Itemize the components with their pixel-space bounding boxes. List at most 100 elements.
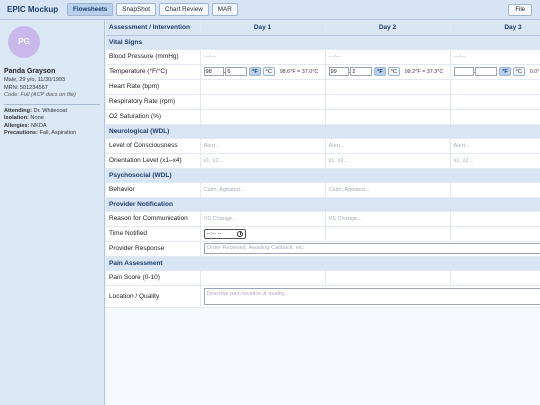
reason-day1-input[interactable]: VS Change... [200, 211, 326, 227]
patient-demographics: Male, 29 y/o, 11/30/1993 [4, 77, 66, 83]
pain-day2-input[interactable] [325, 270, 451, 286]
precautions-value: Fall, Aspiration [37, 130, 77, 136]
patient-name: Panda Grayson [4, 68, 56, 75]
temp-whole-input[interactable]: 99 [328, 67, 349, 76]
row-reason-for-communication: Reason for Communication VS Change... VS… [106, 211, 540, 227]
behavior-day3-input[interactable] [450, 182, 540, 198]
tab-snapshot[interactable]: SnapShot [116, 3, 156, 16]
bp-placeholder: ---/--- [203, 54, 217, 60]
row-label: Pain Score (0-10) [106, 270, 201, 286]
temp-decimal-input[interactable] [475, 67, 498, 76]
reason-placeholder: VS Change... [328, 216, 362, 222]
section-neurological: Neurological (WDL) [106, 124, 540, 139]
orient-placeholder: x1, x2... [453, 158, 474, 164]
behavior-placeholder: Calm, Agitated... [328, 187, 370, 193]
file-button[interactable]: File [508, 4, 532, 16]
temp-whole-input[interactable]: 98 [203, 67, 224, 76]
row-label: Location / Quality [106, 285, 201, 308]
grid-header-row: Assessment / Intervention Day 1 Day 2 Da… [106, 20, 540, 36]
temp-decimal-input[interactable]: 6 [225, 67, 248, 76]
o2-day2-input[interactable] [325, 109, 451, 125]
bp-placeholder: ---/--- [328, 54, 342, 60]
loc-placeholder: Alert... [328, 143, 345, 149]
bp-day3-input[interactable]: ---/--- [450, 49, 540, 65]
section-title: Vital Signs [106, 35, 540, 50]
provider-response-input[interactable]: Order Received, Awaiting Callback, etc. [203, 243, 540, 254]
rr-day2-input[interactable] [325, 94, 451, 110]
header-day-1: Day 1 [200, 20, 326, 36]
section-psychosocial: Psychosocial (WDL) [106, 168, 540, 183]
section-title: Neurological (WDL) [106, 124, 540, 139]
hr-day1-input[interactable] [200, 79, 326, 95]
temp-conversion: 98.6°F = 37.0°C [279, 68, 319, 75]
unit-c-button[interactable]: °C [387, 67, 400, 76]
unit-f-button[interactable]: °F [249, 67, 261, 76]
reason-day3-input[interactable] [450, 211, 540, 227]
temp-conversion: 99.2°F = 37.3°C [404, 68, 444, 75]
header-day-2: Day 2 [325, 20, 451, 36]
bp-day2-input[interactable]: ---/--- [325, 49, 451, 65]
unit-c-button[interactable]: °C [512, 67, 525, 76]
row-label: Orientation Level (x1–x4) [106, 153, 201, 169]
pain-location-textarea[interactable]: Describe pain location & quality... [203, 287, 540, 305]
attending-value: Dr. Whitecoat [31, 107, 68, 114]
sidebar-divider [4, 103, 100, 105]
time-notified-input[interactable]: --:-- -- [203, 228, 246, 239]
o2-day3-input[interactable] [450, 109, 540, 125]
time-day2-cell [325, 226, 451, 242]
tab-mar[interactable]: MAR [211, 3, 238, 16]
behavior-day1-input[interactable]: Calm, Agitated... [200, 182, 326, 198]
unit-f-button[interactable]: °F [499, 67, 511, 76]
hr-day3-input[interactable] [450, 79, 540, 95]
tab-bar: Flowsheets SnapShot Chart Review MAR [67, 3, 238, 16]
tab-flowsheets[interactable]: Flowsheets [67, 3, 114, 16]
loc-day3-input[interactable]: Alert... [450, 138, 540, 154]
temp-whole-input[interactable] [453, 67, 474, 76]
location-cell: Describe pain location & quality... [200, 285, 540, 308]
row-respiratory-rate: Respiratory Rate (rpm) [106, 94, 540, 110]
unit-f-button[interactable]: °F [374, 67, 386, 76]
isolation-value: None [28, 115, 44, 121]
loc-day1-input[interactable]: Alert... [200, 138, 326, 154]
row-label: Blood Pressure (mmHg) [106, 49, 201, 65]
behavior-day2-input[interactable]: Calm, Agitated... [325, 182, 451, 198]
header-day-3: Day 3 [450, 20, 540, 36]
rr-day3-input[interactable] [450, 94, 540, 110]
unit-c-button[interactable]: °C [262, 67, 275, 76]
orient-day1-input[interactable]: x1, x2... [200, 153, 326, 169]
patient-attending: Attending: Dr. Whitecoat [4, 108, 100, 116]
top-bar: EPIC Mockup Flowsheets SnapShot Chart Re… [0, 0, 540, 20]
precautions-label: Precautions: [4, 130, 38, 136]
temp-day1-cell: 98.6 °F °C 98.6°F = 37.0°C [200, 64, 326, 80]
section-provider-notification: Provider Notification [106, 197, 540, 212]
row-label: Heart Rate (bpm) [106, 79, 201, 95]
behavior-placeholder: Calm, Agitated... [203, 187, 245, 193]
loc-day2-input[interactable]: Alert... [325, 138, 451, 154]
temp-decimal-input[interactable]: 2 [350, 67, 373, 76]
orient-day3-input[interactable]: x1, x2... [450, 153, 540, 169]
o2-day1-input[interactable] [200, 109, 326, 125]
pain-day1-input[interactable] [200, 270, 326, 286]
row-label: Temperature (°F/°C) [106, 64, 201, 80]
loc-placeholder: Alert... [453, 143, 470, 149]
avatar: PG [8, 26, 40, 58]
bp-day1-input[interactable]: ---/--- [200, 49, 326, 65]
time-day3-cell [450, 226, 540, 242]
row-time-notified: Time Notified --:-- -- [106, 226, 540, 242]
response-cell: Order Received, Awaiting Callback, etc. [200, 241, 540, 257]
row-temperature: Temperature (°F/°C) 98.6 °F °C 98.6°F = … [106, 64, 540, 80]
orient-placeholder: x1, x2... [203, 158, 224, 164]
hr-day2-input[interactable] [325, 79, 451, 95]
flowsheet-panel: Assessment / Intervention Day 1 Day 2 Da… [106, 20, 540, 405]
rr-day1-input[interactable] [200, 94, 326, 110]
row-behavior: Behavior Calm, Agitated... Calm, Agitate… [106, 182, 540, 198]
section-pain-assessment: Pain Assessment [106, 256, 540, 271]
tab-chart-review[interactable]: Chart Review [158, 3, 209, 16]
section-title: Psychosocial (WDL) [106, 168, 540, 183]
clock-icon[interactable] [236, 230, 243, 237]
reason-day2-input[interactable]: VS Change... [325, 211, 451, 227]
loc-placeholder: Alert... [203, 143, 220, 149]
pain-day3-input[interactable] [450, 270, 540, 286]
orient-day2-input[interactable]: x1, x2... [325, 153, 451, 169]
temp-day2-cell: 99.2 °F °C 99.2°F = 37.3°C [325, 64, 451, 80]
